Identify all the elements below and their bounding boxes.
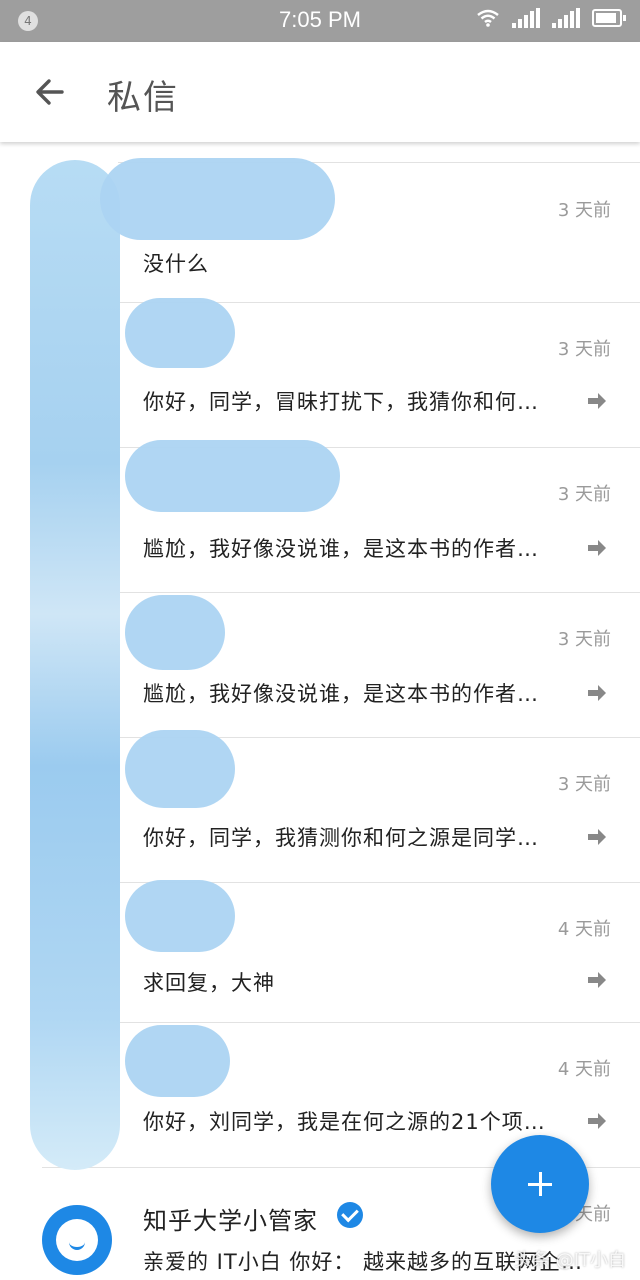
privacy-blur (125, 730, 235, 808)
privacy-blur (30, 160, 120, 1170)
reply-arrow-icon (588, 829, 606, 845)
privacy-blur (100, 158, 335, 240)
reply-arrow-icon (588, 393, 606, 409)
reply-arrow-icon (588, 540, 606, 556)
signal-icon (552, 8, 580, 28)
conversation-time: 3 天前 (557, 629, 611, 650)
conversation-preview: 尴尬，我好像没说谁，是这本书的作者… (143, 537, 539, 561)
conversation-preview: 你好，同学，我猜测你和何之源是同学… (143, 826, 539, 850)
conversation-preview: 你好，刘同学，我是在何之源的21个项… (143, 1110, 546, 1134)
avatar[interactable] (42, 1205, 112, 1275)
conversation-preview: 你好，同学，冒昧打扰下，我猜你和何… (143, 390, 539, 414)
privacy-blur (125, 595, 225, 670)
watermark: 头条 @IT小白 (513, 1250, 626, 1271)
status-bar: 4 7:05 PM (0, 0, 640, 42)
reply-arrow-icon (588, 1113, 606, 1129)
privacy-blur (125, 298, 235, 368)
wifi-icon (477, 9, 499, 27)
conversation-time: 4 天前 (557, 1059, 611, 1080)
privacy-blur (125, 880, 235, 952)
battery-icon (592, 9, 626, 27)
arrow-back-icon[interactable] (30, 72, 70, 112)
reply-arrow-icon (588, 685, 606, 701)
signal-icon (512, 8, 540, 28)
conversation-time: 3 天前 (557, 774, 611, 795)
conversation-sender: 知乎大学小管家 (143, 1207, 318, 1235)
conversation-time: 3 天前 (557, 200, 611, 221)
smile-bubble-icon (56, 1219, 98, 1261)
conversation-time: 4 天前 (557, 919, 611, 940)
page-title: 私信 (107, 78, 179, 118)
conversation-time: 3 天前 (557, 484, 611, 505)
privacy-blur (125, 1025, 230, 1097)
conversation-preview: 尴尬，我好像没说谁，是这本书的作者… (143, 682, 539, 706)
app-bar: 私信 (0, 42, 640, 142)
conversation-time: 3 天前 (557, 339, 611, 360)
conversation-preview: 求回复，大神 (143, 971, 275, 995)
reply-arrow-icon (588, 972, 606, 988)
conversation-preview: 没什么 (143, 252, 209, 276)
new-message-button[interactable] (491, 1135, 589, 1233)
status-icons (476, 8, 626, 28)
privacy-blur (125, 440, 340, 512)
verified-badge-icon (337, 1202, 363, 1228)
